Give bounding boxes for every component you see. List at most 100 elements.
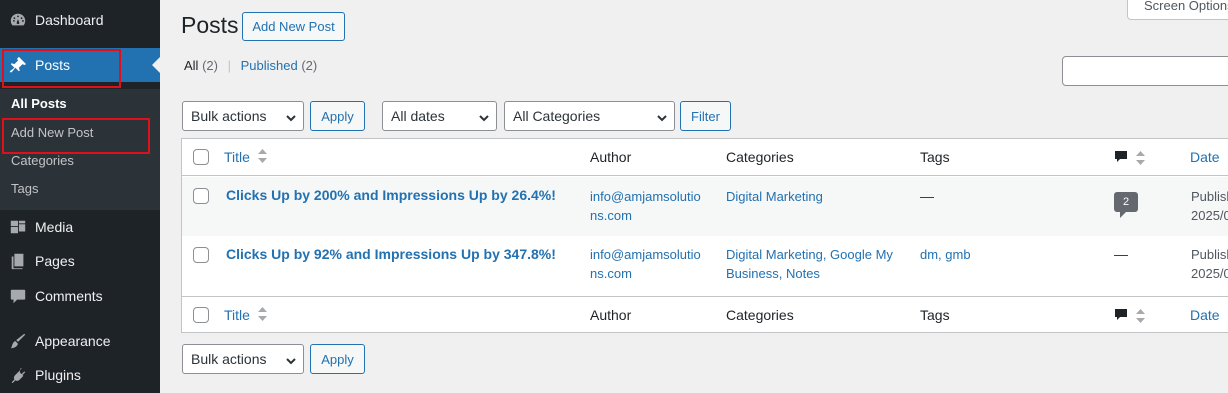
media-icon: [8, 217, 28, 237]
admin-sidebar: Dashboard Posts All Posts Add New Post C…: [0, 0, 160, 393]
pages-icon: [8, 251, 28, 271]
sidebar-item-comments[interactable]: Comments: [0, 279, 160, 313]
post-status-views: All (2) | Published (2): [184, 58, 317, 73]
highlight-box: [2, 49, 121, 88]
post-title-link[interactable]: Clicks Up by 200% and Impressions Up by …: [226, 186, 556, 205]
author-line: info@amjamsolutio: [590, 189, 701, 204]
submenu-categories[interactable]: Categories: [11, 153, 74, 168]
post-author[interactable]: info@amjamsolutio ns.com: [590, 187, 701, 225]
comment-count: —: [1114, 246, 1128, 262]
select-all-checkbox[interactable]: [193, 149, 209, 165]
post-categories[interactable]: Digital Marketing, Google My Business, N…: [726, 245, 893, 283]
row-checkbox[interactable]: [193, 188, 209, 204]
column-date-label[interactable]: Date: [1190, 149, 1220, 165]
chevron-down-icon: [478, 111, 489, 122]
select-all-checkbox-footer[interactable]: [193, 307, 209, 323]
column-comments-header[interactable]: [1114, 150, 1145, 170]
table-header-row: Title Author Categories Tags Date: [182, 139, 1228, 176]
page-title: Posts: [181, 12, 239, 38]
bulk-actions-select-top[interactable]: Bulk actions: [182, 101, 304, 131]
comment-count-bubble[interactable]: 2: [1114, 192, 1138, 218]
view-published-link[interactable]: Published: [241, 58, 298, 73]
bulk-actions-select-bottom[interactable]: Bulk actions: [182, 344, 304, 374]
apply-button-bottom[interactable]: Apply: [310, 344, 365, 374]
column-categories-header: Categories: [726, 149, 794, 165]
category-filter-select[interactable]: All Categories: [504, 101, 675, 131]
column-author-header: Author: [590, 149, 632, 165]
column-date-footer[interactable]: Date: [1190, 306, 1220, 325]
screen-options-button[interactable]: Screen Options: [1127, 0, 1228, 20]
column-date-header[interactable]: Date: [1190, 148, 1220, 167]
post-date: Publish 2025/0: [1191, 245, 1228, 283]
view-all-link[interactable]: All: [184, 58, 198, 73]
categories-line: Digital Marketing, Google My: [726, 247, 893, 262]
date-value: 2025/0: [1191, 266, 1228, 281]
posts-table: Title Author Categories Tags Date Clicks…: [181, 138, 1228, 333]
post-title-link[interactable]: Clicks Up by 92% and Impressions Up by 3…: [226, 245, 556, 264]
column-author-footer: Author: [590, 307, 632, 323]
sidebar-item-pages[interactable]: Pages: [0, 244, 160, 278]
author-line: info@amjamsolutio: [590, 247, 701, 262]
sort-icon: [257, 306, 267, 326]
submenu-all-posts[interactable]: All Posts: [11, 96, 67, 111]
sort-icon: [1135, 308, 1145, 328]
categories-line: Business, Notes: [726, 266, 820, 281]
author-line: ns.com: [590, 266, 632, 281]
post-categories[interactable]: Digital Marketing: [726, 187, 823, 206]
sidebar-item-plugins[interactable]: Plugins: [0, 358, 160, 392]
post-tags: —: [920, 188, 934, 204]
view-separator: |: [227, 58, 231, 73]
categories-line: Digital Marketing: [726, 189, 823, 204]
column-tags-header: Tags: [920, 149, 950, 165]
sidebar-item-dashboard[interactable]: Dashboard: [0, 3, 160, 37]
filter-button[interactable]: Filter: [680, 101, 731, 131]
comment-icon: [1114, 151, 1128, 167]
highlight-box: [2, 118, 150, 154]
view-all-count: (2): [202, 58, 218, 73]
chevron-down-icon: [285, 111, 296, 122]
sidebar-item-label: Plugins: [35, 367, 81, 383]
sort-icon: [257, 148, 267, 168]
row-checkbox[interactable]: [193, 247, 209, 263]
post-tags[interactable]: dm, gmb: [920, 245, 971, 264]
column-title-label[interactable]: Title: [224, 307, 250, 323]
plugins-icon: [8, 365, 28, 385]
comment-icon: [1114, 309, 1128, 325]
date-value: 2025/0: [1191, 208, 1228, 223]
sidebar-item-label: Comments: [35, 288, 103, 304]
sidebar-item-label: Pages: [35, 253, 75, 269]
sidebar-item-label: Dashboard: [35, 12, 104, 28]
table-footer-row: Title Author Categories Tags Date: [182, 296, 1228, 333]
post-author[interactable]: info@amjamsolutio ns.com: [590, 245, 701, 283]
table-row: Clicks Up by 200% and Impressions Up by …: [182, 177, 1228, 236]
add-new-post-button[interactable]: Add New Post: [242, 12, 345, 41]
sidebar-item-label: Appearance: [35, 333, 111, 349]
appearance-icon: [8, 331, 28, 351]
column-tags-footer: Tags: [920, 307, 950, 323]
sidebar-item-appearance[interactable]: Appearance: [0, 324, 160, 358]
sidebar-item-label: Media: [35, 219, 74, 235]
table-row: Clicks Up by 92% and Impressions Up by 3…: [182, 236, 1228, 295]
view-published-count: (2): [301, 58, 318, 73]
chevron-down-icon: [285, 354, 296, 365]
date-status: Publish: [1191, 189, 1228, 204]
sidebar-item-media[interactable]: Media: [0, 210, 160, 244]
select-value: Bulk actions: [191, 351, 267, 367]
select-value: Bulk actions: [191, 108, 267, 124]
submenu-tags[interactable]: Tags: [11, 181, 38, 196]
column-title-footer[interactable]: Title: [224, 306, 267, 326]
sort-icon: [1135, 150, 1145, 170]
column-title-header[interactable]: Title: [224, 148, 267, 168]
chevron-down-icon: [656, 111, 667, 122]
column-comments-footer[interactable]: [1114, 308, 1145, 328]
column-date-label[interactable]: Date: [1190, 307, 1220, 323]
search-posts-input[interactable]: [1062, 56, 1228, 86]
select-value: All Categories: [513, 108, 601, 124]
column-categories-footer: Categories: [726, 307, 794, 323]
column-title-label[interactable]: Title: [224, 149, 250, 165]
apply-button-top[interactable]: Apply: [310, 101, 365, 131]
main-content: Screen Options Posts Add New Post All (2…: [160, 0, 1228, 393]
date-filter-select[interactable]: All dates: [382, 101, 497, 131]
dashboard-icon: [8, 10, 28, 30]
select-value: All dates: [391, 108, 445, 124]
